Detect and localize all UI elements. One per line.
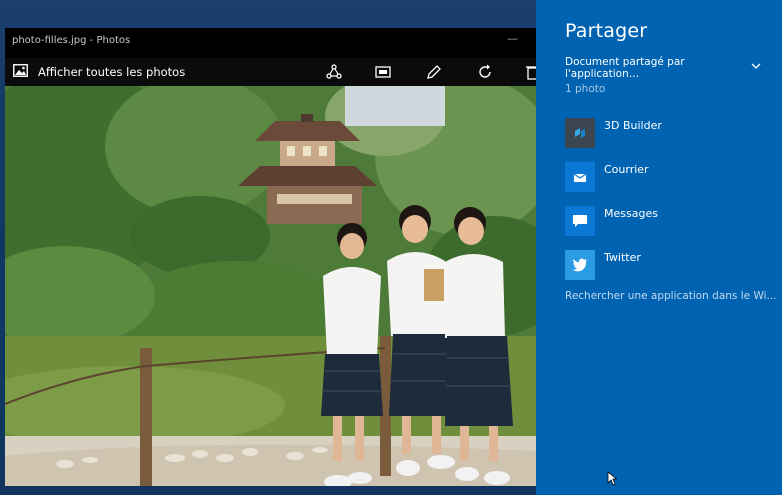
window-titlebar[interactable]: photo-filles.jpg - Photos — <box>5 28 536 52</box>
share-icon[interactable] <box>323 61 345 83</box>
all-photos-button[interactable]: Afficher toutes les photos <box>5 64 185 80</box>
rotate-icon[interactable] <box>474 61 496 83</box>
share-app-mail[interactable]: Courrier <box>565 162 765 192</box>
window-title: photo-filles.jpg - Photos <box>12 34 131 46</box>
photos-toolbar: Afficher toutes les photos <box>5 58 536 86</box>
chevron-down-icon <box>751 61 761 73</box>
photos-icon <box>13 64 28 80</box>
delete-icon[interactable] <box>522 61 536 83</box>
photo-view[interactable] <box>5 86 536 486</box>
3d-builder-icon <box>565 118 595 148</box>
share-count: 1 photo <box>565 83 606 95</box>
edit-pen-icon[interactable] <box>423 61 445 83</box>
share-source-dropdown[interactable]: Document partagé par l'application… <box>565 56 761 80</box>
search-store-link[interactable]: Rechercher une application dans le Wi... <box>565 290 777 302</box>
mouse-cursor-icon <box>607 471 618 490</box>
share-app-label: Courrier <box>604 163 649 176</box>
share-source-label: Document partagé par l'application… <box>565 56 685 80</box>
share-app-messages[interactable]: Messages <box>565 206 765 236</box>
minimize-button[interactable]: — <box>507 32 518 45</box>
share-app-3d-builder[interactable]: 3D Builder <box>565 118 765 148</box>
mail-icon <box>565 162 595 192</box>
share-pane: Partager Document partagé par l'applicat… <box>536 0 782 495</box>
share-app-label: Messages <box>604 207 658 220</box>
photos-window: photo-filles.jpg - Photos — Afficher tou… <box>5 28 536 486</box>
messages-icon <box>565 206 595 236</box>
photo-image <box>5 86 536 486</box>
share-title: Partager <box>565 20 648 42</box>
share-app-label: 3D Builder <box>604 119 662 132</box>
share-app-twitter[interactable]: Twitter <box>565 250 765 280</box>
twitter-icon <box>565 250 595 280</box>
slideshow-icon[interactable] <box>372 61 394 83</box>
share-app-label: Twitter <box>604 251 641 264</box>
all-photos-label: Afficher toutes les photos <box>38 65 186 79</box>
